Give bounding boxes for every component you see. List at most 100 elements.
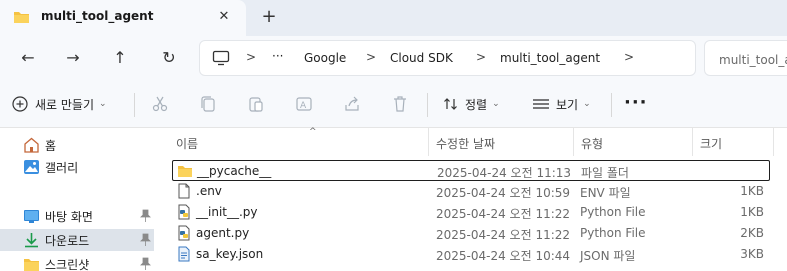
new-button-label: 새로 만들기 [35, 97, 95, 112]
svg-text:A: A [300, 101, 307, 111]
rename-icon[interactable]: A [295, 95, 313, 113]
file-size: 1KB [740, 205, 764, 219]
folder-icon [14, 12, 29, 23]
search-placeholder: multi_tool_agent 검색 [719, 53, 787, 67]
column-header-label: 크기 [700, 137, 723, 151]
plus-circle-icon [12, 96, 28, 112]
sort-button[interactable]: 정렬 ⌄ [443, 94, 500, 114]
file-name: sa_key.json [196, 247, 264, 261]
column-header-label: 이름 [176, 137, 199, 151]
file-row-agent-py[interactable]: agent.py 2025-04-24 오전 11:22 Python File… [172, 223, 770, 244]
file-type: 파일 폴더 [581, 166, 629, 180]
file-size: 1KB [740, 184, 764, 198]
breadcrumb-overflow[interactable]: ··· [272, 49, 283, 63]
file-size: 2KB [740, 226, 764, 240]
file-row-env[interactable]: .env 2025-04-24 오전 10:59 ENV 파일 1KB [172, 181, 770, 202]
paste-icon[interactable] [247, 95, 265, 113]
cut-icon[interactable] [151, 95, 169, 113]
new-button[interactable]: 새로 만들기 ⌄ [12, 94, 107, 114]
sort-label: 정렬 [465, 97, 488, 112]
column-header-date[interactable]: 수정한 날짜 [429, 128, 573, 156]
sort-icon [444, 98, 457, 110]
gallery-icon [24, 160, 39, 174]
sidebar-item-downloads[interactable]: 다운로드 [0, 229, 154, 251]
sidebar-item-label: 바탕 화면 [45, 210, 93, 224]
chevron-down-icon: ⌄ [99, 99, 107, 109]
python-file-icon [178, 204, 190, 220]
pin-icon[interactable] [140, 209, 151, 222]
file-type: JSON 파일 [580, 249, 636, 263]
navigation-bar: ← → ↑ ↻ > ··· Google > Cloud SDK > multi… [0, 36, 787, 80]
view-button[interactable]: 보기 ⌄ [532, 94, 591, 114]
file-type: Python File [580, 205, 646, 219]
share-icon[interactable] [343, 95, 361, 113]
column-header-name[interactable]: ^ 이름 [172, 127, 428, 156]
tab-multi-tool-agent[interactable]: multi_tool_agent ✕ [0, 0, 246, 36]
column-header-size[interactable]: 크기 [693, 128, 773, 156]
view-label: 보기 [556, 97, 579, 112]
divider [611, 93, 612, 117]
file-row-pycache[interactable]: __pycache__ 2025-04-24 오전 11:13 파일 폴더 [172, 160, 770, 181]
sidebar-item-label: 다운로드 [45, 234, 90, 248]
file-name: __pycache__ [197, 164, 272, 178]
home-icon [24, 137, 39, 153]
sidebar-item-home[interactable]: 홈 [0, 134, 154, 156]
file-list: ^ 이름 수정한 날짜 유형 크기 __pycache__ 2025-04-24… [158, 127, 787, 271]
file-name: __init__.py [196, 205, 258, 219]
breadcrumb-google[interactable]: Google [304, 51, 346, 65]
address-bar[interactable]: > ··· Google > Cloud SDK > multi_tool_ag… [199, 40, 696, 76]
file-row-init-py[interactable]: __init__.py 2025-04-24 오전 11:22 Python F… [172, 202, 770, 223]
tab-title: multi_tool_agent [41, 9, 154, 23]
sidebar-item-label: 홈 [45, 139, 57, 153]
file-date: 2025-04-24 오전 11:22 [436, 228, 571, 242]
delete-icon[interactable] [391, 95, 409, 113]
column-header-label: 수정한 날짜 [436, 137, 496, 151]
divider [134, 93, 135, 117]
json-file-icon [178, 246, 190, 262]
up-icon[interactable]: ↑ [108, 46, 132, 70]
more-options-icon[interactable]: ··· [624, 92, 648, 113]
file-name: .env [196, 184, 222, 198]
view-icon [533, 99, 549, 109]
forward-icon[interactable]: → [61, 46, 85, 70]
file-type: Python File [580, 226, 646, 240]
pin-icon[interactable] [140, 233, 151, 246]
chevron-right-icon[interactable]: > [624, 50, 634, 64]
command-bar: 새로 만들기 ⌄ A 정렬 ⌄ 보기 ⌄ ··· [0, 80, 787, 128]
sidebar-item-label: 갤러리 [45, 161, 79, 175]
close-icon[interactable]: ✕ [216, 9, 232, 25]
sidebar-item-label: 스크린샷 [45, 258, 90, 271]
sidebar-item-gallery[interactable]: 갤러리 [0, 156, 154, 178]
file-type: ENV 파일 [580, 186, 631, 200]
search-input[interactable]: multi_tool_agent 검색 [704, 40, 787, 76]
refresh-icon[interactable]: ↻ [157, 46, 181, 70]
tab-bar: multi_tool_agent ✕ + [0, 0, 787, 36]
breadcrumb-multi-tool-agent[interactable]: multi_tool_agent [500, 51, 600, 65]
back-icon[interactable]: ← [16, 46, 40, 70]
divider [427, 93, 428, 117]
file-icon [178, 183, 190, 199]
file-date: 2025-04-24 오전 10:44 [436, 249, 571, 263]
breadcrumb-cloud-sdk[interactable]: Cloud SDK [390, 51, 453, 65]
pin-icon[interactable] [140, 257, 151, 270]
chevron-down-icon: ⌄ [492, 99, 500, 109]
copy-icon[interactable] [199, 95, 217, 113]
chevron-right-icon[interactable]: > [366, 50, 376, 64]
folder-icon [24, 259, 39, 271]
column-divider[interactable] [773, 128, 774, 156]
sidebar-item-screenshots[interactable]: 스크린샷 [0, 253, 154, 271]
sort-ascending-icon: ^ [309, 127, 317, 137]
file-name: agent.py [196, 226, 250, 240]
new-tab-button[interactable]: + [259, 7, 279, 27]
chevron-right-icon[interactable]: > [246, 50, 256, 64]
folder-icon [178, 166, 192, 177]
sidebar-item-desktop[interactable]: 바탕 화면 [0, 205, 154, 227]
desktop-icon [24, 210, 39, 223]
column-header-type[interactable]: 유형 [574, 128, 692, 156]
file-date: 2025-04-24 오전 11:13 [437, 166, 572, 180]
file-row-sa-key-json[interactable]: sa_key.json 2025-04-24 오전 10:44 JSON 파일 … [172, 244, 770, 265]
chevron-down-icon: ⌄ [583, 99, 591, 109]
file-size: 3KB [740, 247, 764, 261]
python-file-icon [178, 225, 190, 241]
chevron-right-icon[interactable]: > [476, 50, 486, 64]
